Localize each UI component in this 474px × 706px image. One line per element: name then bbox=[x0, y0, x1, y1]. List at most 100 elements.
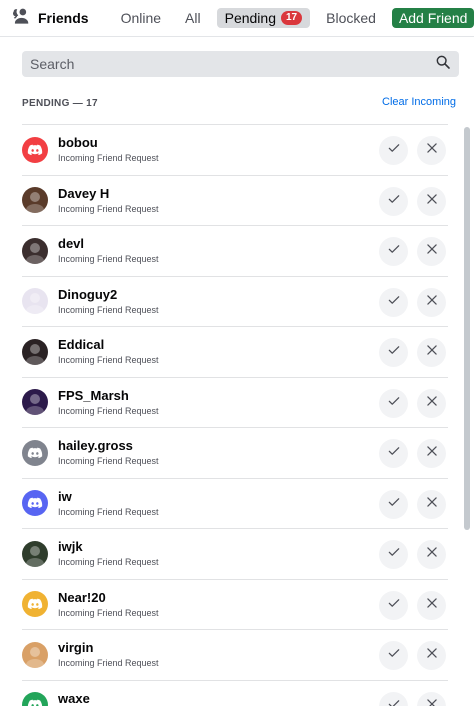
friend-request-row[interactable]: waxe Incoming Friend Request bbox=[22, 679, 448, 706]
request-actions bbox=[379, 439, 446, 468]
ignore-button[interactable] bbox=[417, 237, 446, 266]
username: iwjk bbox=[58, 539, 83, 555]
discord-logo-icon bbox=[27, 598, 43, 610]
user-info: virgin Incoming Friend Request bbox=[58, 640, 159, 669]
avatar bbox=[22, 591, 48, 618]
user-info: devl Incoming Friend Request bbox=[58, 236, 159, 265]
profile-photo-icon bbox=[26, 394, 44, 416]
username: bobou bbox=[58, 135, 98, 151]
accept-button[interactable] bbox=[379, 540, 408, 569]
close-icon bbox=[425, 545, 439, 564]
request-subtext: Incoming Friend Request bbox=[58, 456, 159, 467]
friend-request-row[interactable]: iw Incoming Friend Request bbox=[22, 477, 448, 529]
friend-request-row[interactable]: Davey H Incoming Friend Request bbox=[22, 174, 448, 226]
ignore-button[interactable] bbox=[417, 489, 446, 519]
accept-button[interactable] bbox=[379, 439, 408, 468]
username: Eddical bbox=[58, 337, 105, 353]
friends-icon bbox=[12, 7, 32, 30]
tab-all[interactable]: All bbox=[177, 8, 209, 28]
friend-request-row[interactable]: virgin Incoming Friend Request bbox=[22, 629, 448, 680]
profile-photo-icon bbox=[26, 242, 44, 264]
request-actions bbox=[379, 237, 446, 266]
close-icon bbox=[425, 697, 439, 706]
accept-button[interactable] bbox=[379, 388, 408, 418]
request-subtext: Incoming Friend Request bbox=[58, 203, 159, 214]
accept-button[interactable] bbox=[379, 136, 408, 165]
username: Dinoguy2 bbox=[58, 286, 118, 302]
avatar bbox=[22, 641, 48, 668]
check-icon bbox=[387, 646, 401, 665]
tab-blocked[interactable]: Blocked bbox=[318, 8, 384, 28]
list-scrollbar[interactable] bbox=[464, 127, 470, 530]
check-icon bbox=[387, 242, 401, 261]
avatar bbox=[22, 490, 48, 517]
close-icon bbox=[425, 596, 439, 615]
ignore-button[interactable] bbox=[417, 439, 446, 468]
friend-request-row[interactable]: devl Incoming Friend Request bbox=[22, 225, 448, 276]
username: FPS_Marsh bbox=[58, 387, 129, 403]
request-subtext: Incoming Friend Request bbox=[58, 254, 159, 265]
ignore-button[interactable] bbox=[417, 641, 446, 670]
check-icon bbox=[387, 192, 401, 211]
username: devl bbox=[58, 236, 85, 252]
add-friend-button[interactable]: Add Friend bbox=[391, 8, 474, 28]
friend-request-row[interactable]: Dinoguy2 Incoming Friend Request bbox=[22, 275, 448, 327]
accept-button[interactable] bbox=[379, 489, 408, 519]
check-icon bbox=[387, 444, 401, 463]
user-info: FPS_Marsh Incoming Friend Request bbox=[58, 388, 159, 417]
user-info: Dinoguy2 Incoming Friend Request bbox=[58, 287, 159, 316]
tab-online[interactable]: Online bbox=[113, 8, 169, 28]
pending-count-label: PENDING — 17 bbox=[22, 98, 98, 109]
accept-button[interactable] bbox=[379, 641, 408, 670]
accept-button[interactable] bbox=[379, 338, 408, 367]
friend-request-row[interactable]: bobou Incoming Friend Request bbox=[22, 124, 448, 175]
accept-button[interactable] bbox=[379, 186, 408, 216]
request-actions bbox=[379, 590, 446, 620]
profile-photo-icon bbox=[26, 343, 44, 365]
close-icon bbox=[425, 646, 439, 665]
ignore-button[interactable] bbox=[417, 540, 446, 569]
search-input[interactable] bbox=[30, 56, 435, 72]
search-icon[interactable] bbox=[435, 54, 451, 75]
avatar bbox=[22, 237, 48, 264]
ignore-button[interactable] bbox=[417, 136, 446, 165]
friend-request-row[interactable]: Near!20 Incoming Friend Request bbox=[22, 578, 448, 630]
check-icon bbox=[387, 596, 401, 615]
search-bar[interactable] bbox=[22, 51, 459, 77]
discord-logo-icon bbox=[27, 699, 43, 706]
ignore-button[interactable] bbox=[417, 186, 446, 216]
request-subtext: Incoming Friend Request bbox=[58, 658, 159, 669]
close-icon bbox=[425, 141, 439, 160]
avatar bbox=[22, 187, 48, 214]
clear-incoming-link[interactable]: Clear Incoming bbox=[382, 96, 456, 108]
friend-request-row[interactable]: iwjk Incoming Friend Request bbox=[22, 528, 448, 579]
tab-blocked-label: Blocked bbox=[326, 10, 376, 26]
accept-button[interactable] bbox=[379, 691, 408, 706]
friend-request-row[interactable]: FPS_Marsh Incoming Friend Request bbox=[22, 376, 448, 428]
close-icon bbox=[425, 495, 439, 514]
request-subtext: Incoming Friend Request bbox=[58, 153, 159, 164]
friends-title: Friends bbox=[12, 7, 89, 30]
discord-logo-icon bbox=[27, 497, 43, 509]
ignore-button[interactable] bbox=[417, 388, 446, 418]
friend-request-row[interactable]: hailey.gross Incoming Friend Request bbox=[22, 427, 448, 478]
accept-button[interactable] bbox=[379, 590, 408, 620]
check-icon bbox=[387, 141, 401, 160]
pending-request-list: bobou Incoming Friend Request Davey H In… bbox=[22, 124, 448, 706]
ignore-button[interactable] bbox=[417, 590, 446, 620]
tab-pending-label: Pending bbox=[224, 10, 276, 26]
user-info: Davey H Incoming Friend Request bbox=[58, 186, 159, 215]
friend-request-row[interactable]: Eddical Incoming Friend Request bbox=[22, 326, 448, 377]
user-info: hailey.gross Incoming Friend Request bbox=[58, 438, 159, 467]
ignore-button[interactable] bbox=[417, 338, 446, 367]
ignore-button[interactable] bbox=[417, 691, 446, 706]
pending-section-header: PENDING — 17 Clear Incoming bbox=[22, 95, 456, 109]
tab-pending[interactable]: Pending 17 bbox=[216, 8, 311, 28]
accept-button[interactable] bbox=[379, 287, 408, 317]
check-icon bbox=[387, 697, 401, 706]
username: iw bbox=[58, 488, 72, 504]
ignore-button[interactable] bbox=[417, 287, 446, 317]
accept-button[interactable] bbox=[379, 237, 408, 266]
avatar bbox=[22, 439, 48, 466]
request-subtext: Incoming Friend Request bbox=[58, 405, 159, 416]
